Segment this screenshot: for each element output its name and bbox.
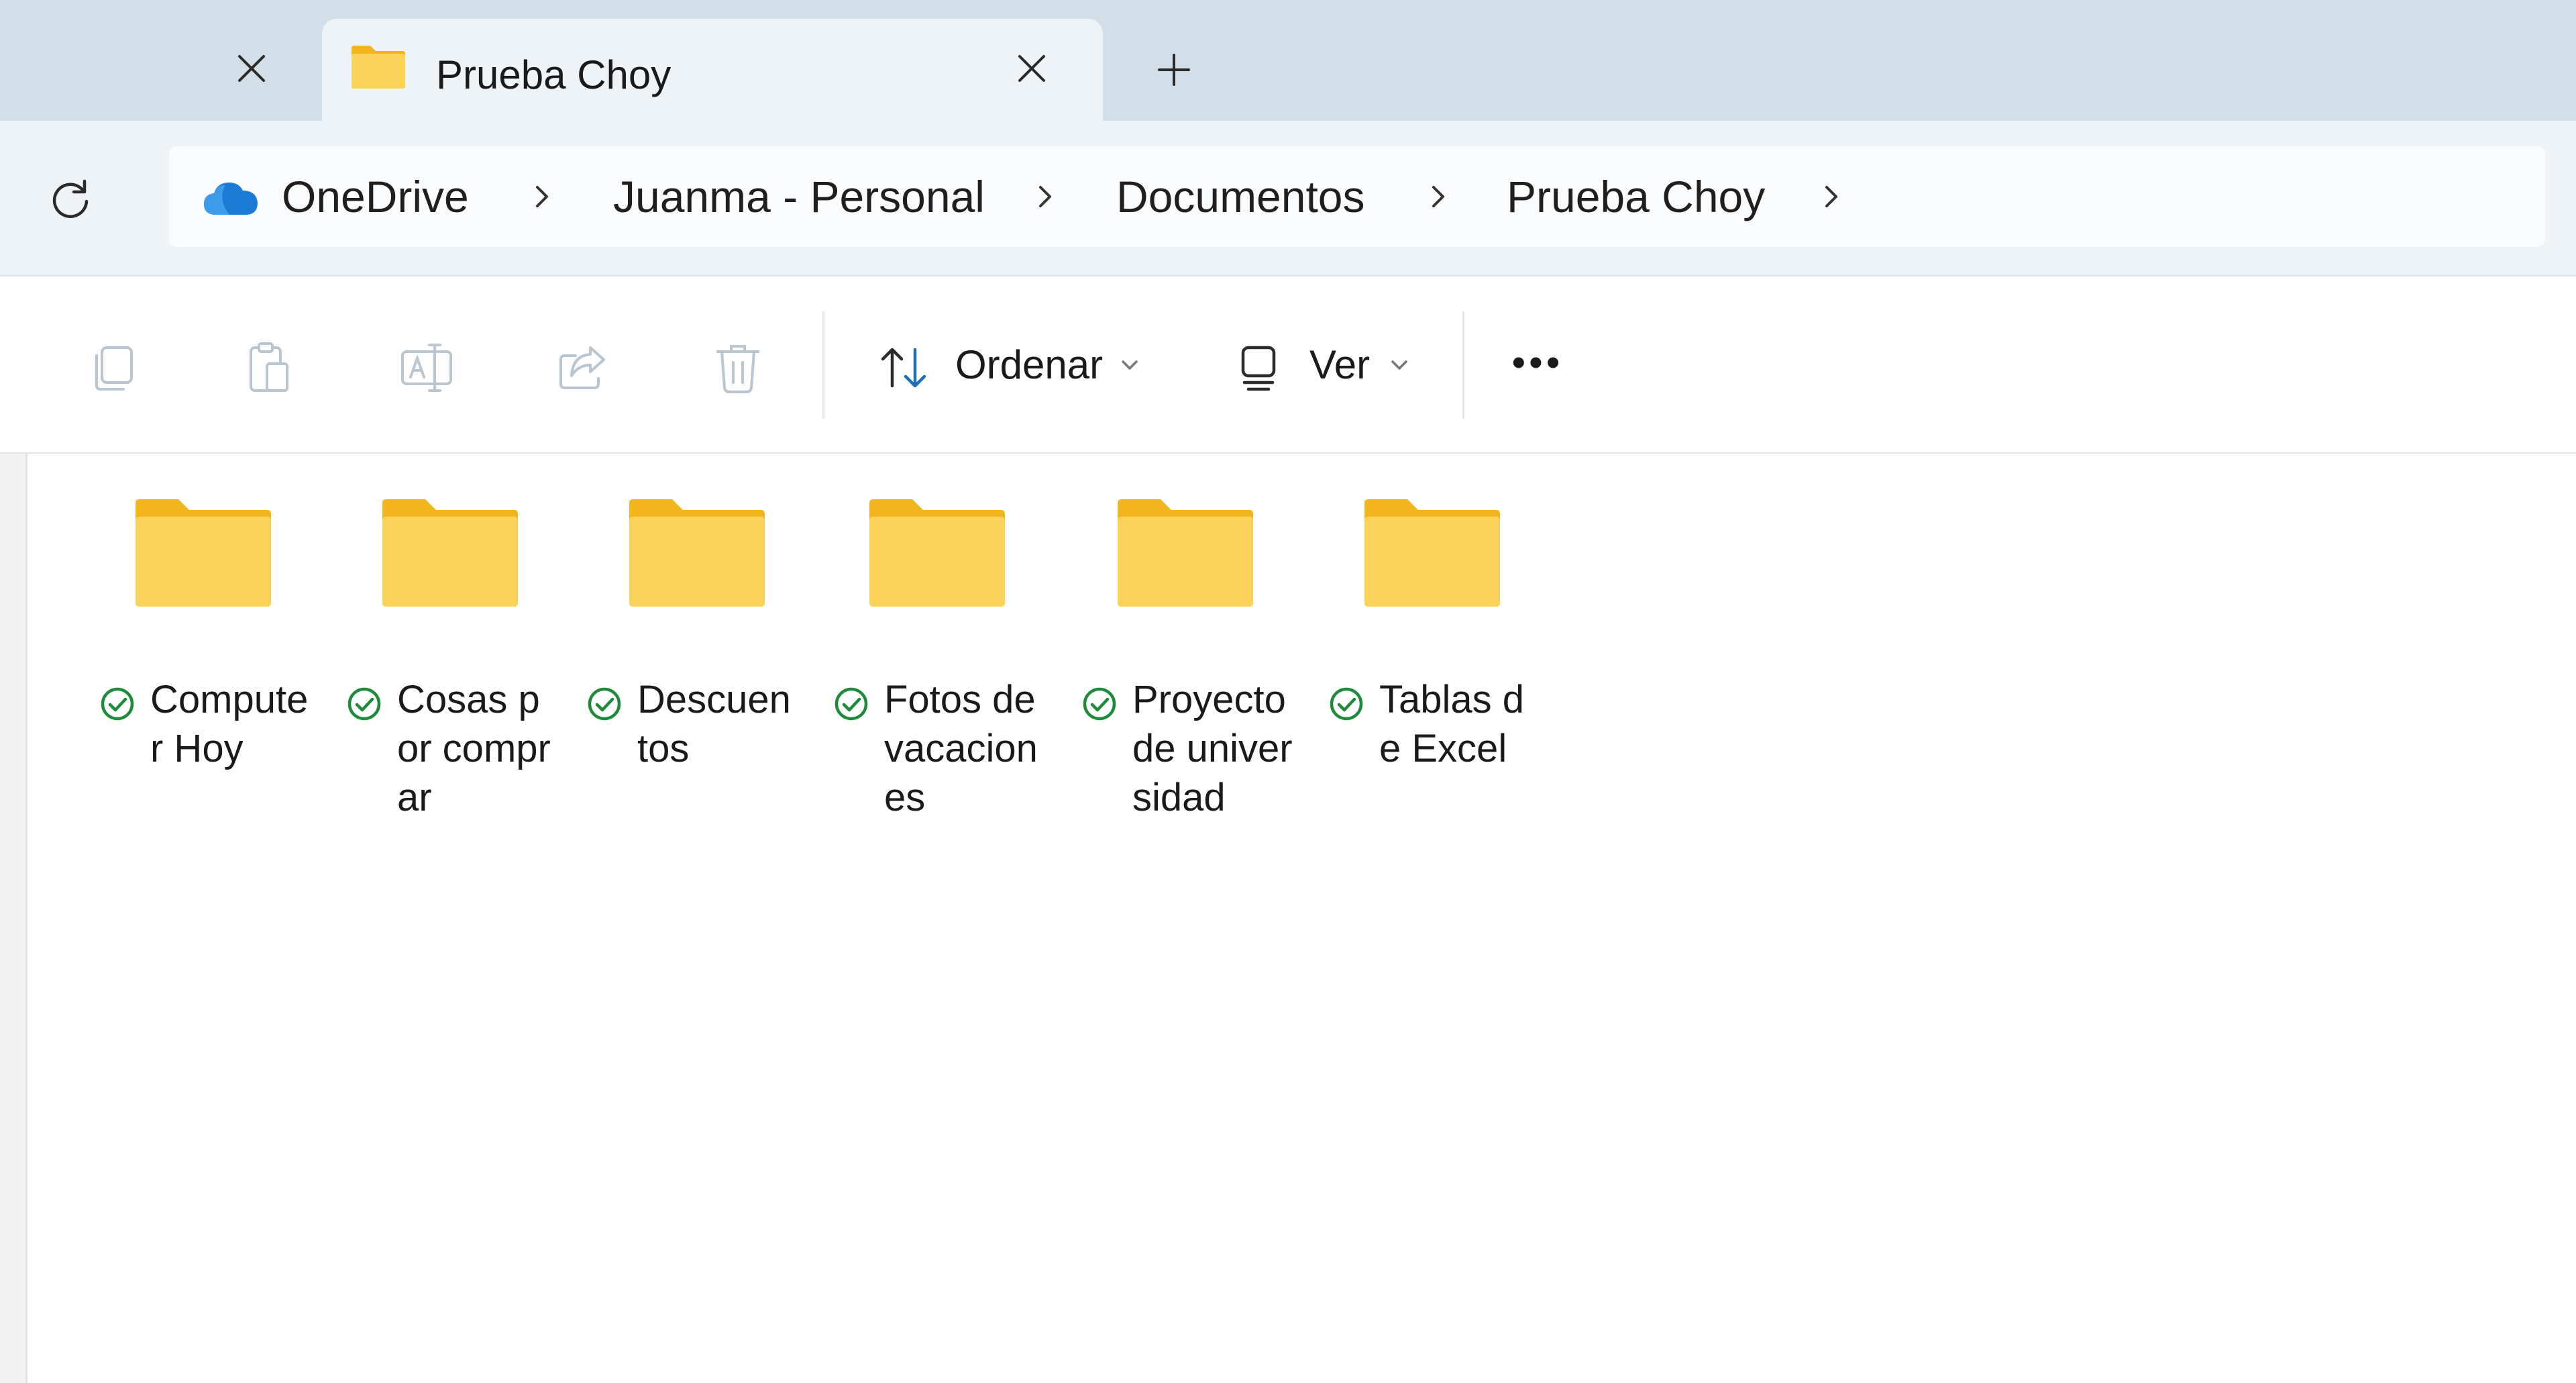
- folder-item-computer-hoy[interactable]: Computer Hoy: [99, 497, 341, 899]
- folder-icon: [1364, 499, 1500, 607]
- sort-label[interactable]: Ordenar: [955, 338, 1103, 392]
- close-icon: [238, 55, 265, 82]
- folder-icon: [1118, 499, 1253, 607]
- refresh-button[interactable]: [40, 169, 101, 229]
- sync-check-icon: [835, 687, 868, 721]
- rename-icon: [401, 344, 452, 392]
- folder-icon: [352, 46, 405, 89]
- sort-icon: [881, 348, 926, 388]
- new-tab-button[interactable]: [1147, 43, 1201, 97]
- sync-check-icon: [347, 687, 381, 721]
- delete-button[interactable]: [704, 334, 771, 401]
- view-label[interactable]: Ver: [1309, 338, 1370, 392]
- folder-item-proyecto-de-universidad[interactable]: Proyecto de universidad: [1081, 497, 1323, 899]
- folder-item-cosas-por-comprar[interactable]: Cosas por comprar: [346, 497, 588, 899]
- more-options-button[interactable]: •••: [1512, 336, 1564, 389]
- folder-name: Proyecto de universidad: [1132, 678, 1293, 819]
- breadcrumb-item-onedrive[interactable]: OneDrive: [282, 166, 469, 227]
- folder-name: Tablas de Excel: [1379, 678, 1525, 770]
- toolbar-separator: [1462, 311, 1464, 419]
- folder-name: Descuentos: [637, 678, 791, 770]
- previous-tab-close-button[interactable]: [225, 42, 278, 95]
- file-view: Computer Hoy Cosas por comprar Descuento…: [0, 454, 2576, 1383]
- close-icon: [1018, 55, 1045, 82]
- command-bar: Ordenar Ver •••: [0, 276, 2576, 455]
- navigation-pane-edge: [0, 454, 28, 1383]
- folder-icon: [136, 499, 271, 607]
- chevron-right-icon[interactable]: [522, 176, 562, 217]
- sync-check-icon: [101, 687, 134, 721]
- folder-name: Computer Hoy: [150, 678, 309, 770]
- breadcrumb-item-documentos[interactable]: Documentos: [1116, 166, 1365, 227]
- onedrive-cloud-icon: [204, 183, 258, 215]
- rename-button[interactable]: [393, 334, 460, 401]
- folder-item-tablas-de-excel[interactable]: Tablas de Excel: [1328, 497, 1570, 899]
- folder-icon: [382, 499, 518, 607]
- chevron-right-icon[interactable]: [1418, 176, 1458, 217]
- tab-title: Prueba Choy: [436, 52, 672, 97]
- sync-check-icon: [1330, 687, 1363, 721]
- copy-button[interactable]: [79, 334, 146, 401]
- folder-icon: [629, 499, 765, 607]
- copy-icon: [95, 346, 133, 391]
- tab-bar: Prueba Choy: [0, 0, 2576, 126]
- refresh-icon: [52, 179, 89, 218]
- toolbar-separator: [822, 311, 824, 419]
- chevron-right-icon[interactable]: [1811, 176, 1851, 217]
- sync-check-icon: [1083, 687, 1116, 721]
- chevron-down-icon[interactable]: [1116, 352, 1143, 378]
- folder-item-descuentos[interactable]: Descuentos: [586, 497, 828, 899]
- share-button[interactable]: [549, 334, 616, 401]
- folder-icon: [869, 499, 1005, 607]
- tab-active[interactable]: Prueba Choy: [322, 19, 1103, 126]
- sync-check-icon: [588, 687, 621, 721]
- chevron-right-icon[interactable]: [1025, 176, 1065, 217]
- chevron-down-icon[interactable]: [1386, 352, 1413, 378]
- delete-icon: [716, 345, 759, 393]
- view-icon: [1241, 346, 1276, 391]
- breadcrumb[interactable]: OneDrive Juanma - Personal Documentos Pr…: [169, 146, 2545, 247]
- plus-icon: [1158, 54, 1190, 86]
- sort-button[interactable]: [871, 334, 938, 401]
- view-button[interactable]: [1225, 334, 1292, 401]
- breadcrumb-item-prueba-choy[interactable]: Prueba Choy: [1507, 166, 1765, 227]
- paste-button[interactable]: [235, 334, 302, 401]
- share-icon: [559, 346, 605, 389]
- breadcrumb-item-juanma-personal[interactable]: Juanma - Personal: [613, 166, 985, 227]
- address-bar: OneDrive Juanma - Personal Documentos Pr…: [0, 121, 2576, 276]
- tab-close-button[interactable]: [1005, 42, 1059, 95]
- folder-name: Fotos de vacaciones: [884, 678, 1038, 819]
- folder-item-fotos-de-vacaciones[interactable]: Fotos de vacaciones: [833, 497, 1075, 899]
- folder-name: Cosas por comprar: [397, 678, 551, 819]
- paste-icon: [250, 342, 288, 392]
